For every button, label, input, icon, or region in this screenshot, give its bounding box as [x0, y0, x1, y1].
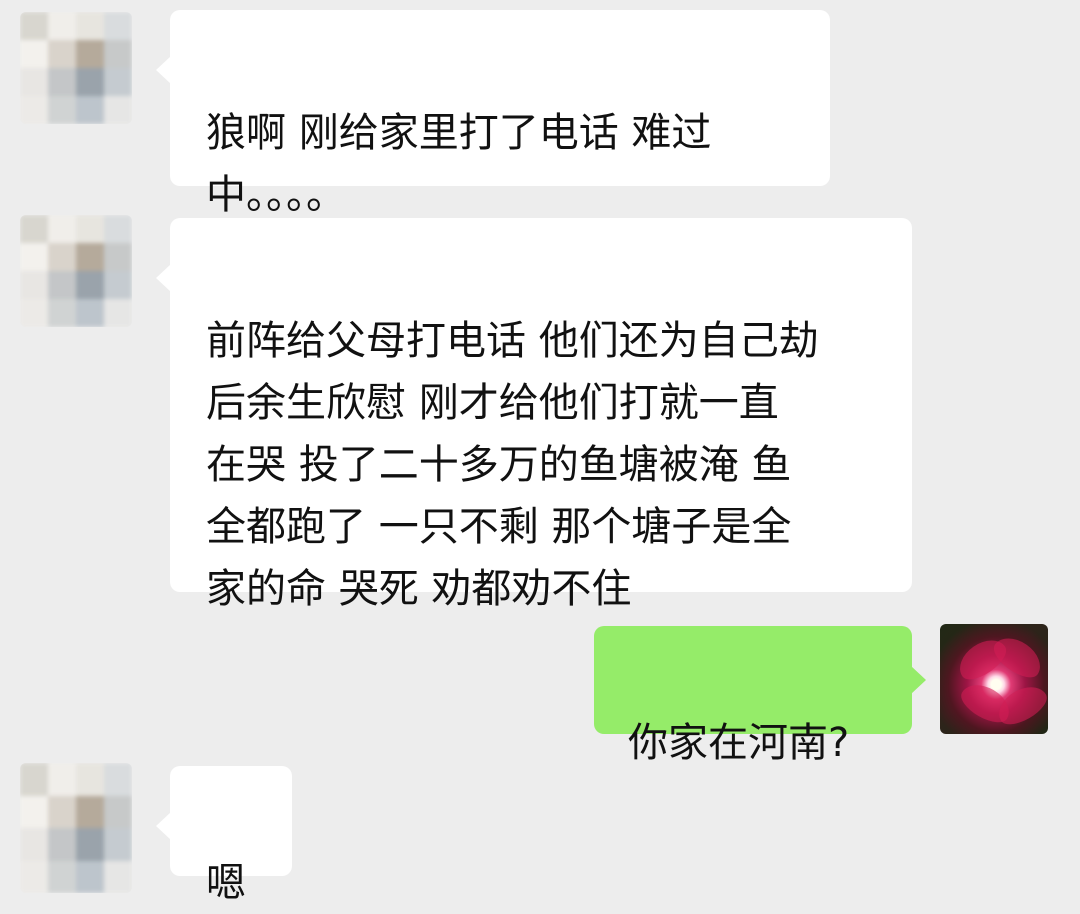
blurred-avatar-icon[interactable]	[20, 215, 132, 327]
message-text: 狼啊 刚给家里打了电话 难过 中。。。。	[206, 110, 712, 218]
blurred-avatar-icon[interactable]	[20, 12, 132, 124]
incoming-message-bubble[interactable]: 前阵给父母打电话 他们还为自己劫 后余生欣慰 刚才给他们打就一直 在哭 投了二十…	[156, 218, 912, 612]
message-text: 你家在河南?	[628, 720, 850, 766]
blurred-avatar-pixels	[20, 12, 132, 124]
blurred-avatar-pixels	[20, 215, 132, 327]
incoming-message-bubble[interactable]: 嗯	[156, 766, 292, 906]
incoming-message-bubble[interactable]: 狼啊 刚给家里打了电话 难过 中。。。。	[156, 10, 830, 218]
blurred-avatar-pixels	[20, 763, 132, 893]
message-text: 前阵给父母打电话 他们还为自己劫 后余生欣慰 刚才给他们打就一直 在哭 投了二十…	[206, 318, 819, 612]
leaf-shape	[988, 629, 1048, 685]
blurred-avatar-icon[interactable]	[20, 763, 132, 893]
outgoing-message-bubble[interactable]: 你家在河南?	[594, 626, 926, 766]
message-text: 嗯	[206, 860, 246, 906]
leaf-shape	[991, 679, 1048, 731]
photo-avatar-icon[interactable]	[940, 624, 1048, 734]
